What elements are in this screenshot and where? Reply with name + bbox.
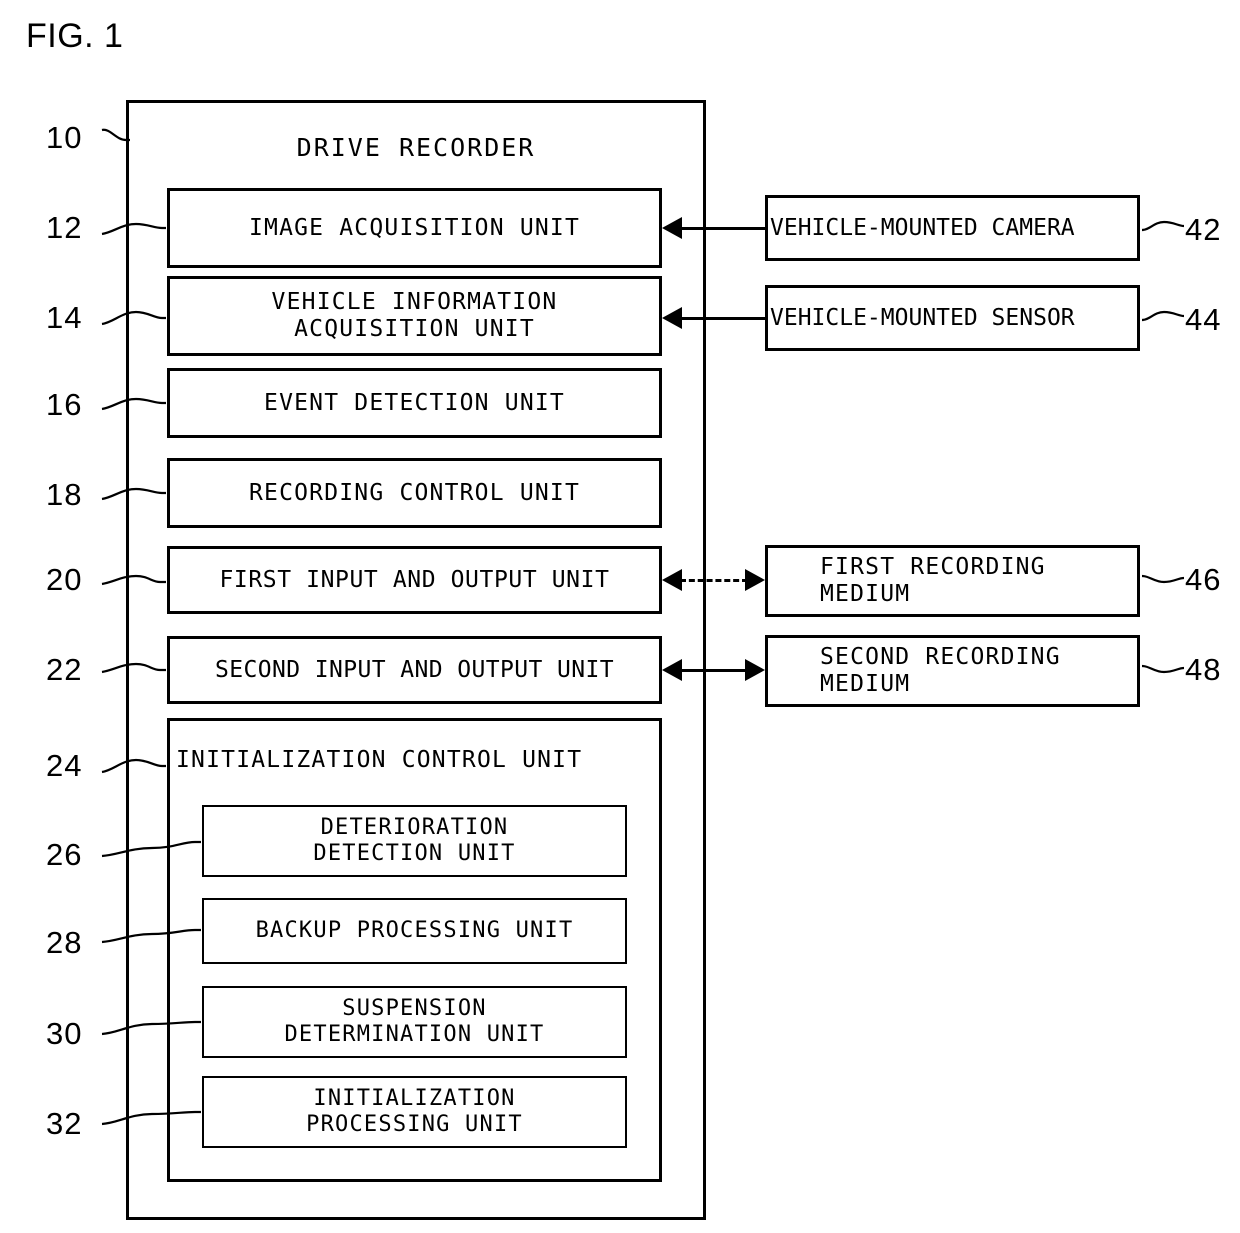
ref-numeral-46: 46 (1185, 562, 1222, 597)
unit-vehicle-information-acquisition-label: VEHICLE INFORMATION ACQUISITION UNIT (271, 289, 558, 342)
arrowhead-camera-to-image-acquisition (662, 217, 682, 239)
arrowhead-sensor-to-vehicle-information (662, 307, 682, 329)
device-second-recording-medium-label: SECOND RECORDING MEDIUM (820, 644, 1061, 697)
ref-numeral-24: 24 (46, 748, 83, 783)
ref-numeral-26: 26 (46, 837, 83, 872)
connector-camera-to-image-acquisition (680, 227, 765, 230)
unit-first-input-output-label: FIRST INPUT AND OUTPUT UNIT (219, 566, 610, 593)
subunit-deterioration-detection: DETERIORATION DETECTION UNIT (202, 805, 627, 877)
ref-numeral-10: 10 (46, 120, 83, 155)
leader-line-30 (101, 1020, 201, 1036)
device-second-recording-medium: SECOND RECORDING MEDIUM (765, 635, 1140, 707)
ref-numeral-16: 16 (46, 387, 83, 422)
figure-canvas: FIG. 1 DRIVE RECORDER 10 IMAGE ACQUISITI… (0, 0, 1240, 1233)
leader-line-26 (101, 840, 201, 858)
leader-line-32 (101, 1110, 201, 1126)
leader-line-14 (101, 310, 166, 326)
ref-numeral-14: 14 (46, 300, 83, 335)
device-vehicle-mounted-camera-label: VEHICLE-MOUNTED CAMERA (770, 214, 1075, 241)
connector-second-io-to-second-medium (680, 669, 748, 672)
ref-numeral-30: 30 (46, 1016, 83, 1051)
ref-numeral-12: 12 (46, 210, 83, 245)
figure-label: FIG. 1 (26, 17, 124, 55)
subunit-suspension-determination-label: SUSPENSION DETERMINATION UNIT (284, 996, 545, 1047)
ref-numeral-18: 18 (46, 477, 83, 512)
arrowhead-second-medium-in (745, 659, 765, 681)
arrowhead-second-io-in (662, 659, 682, 681)
leader-line-28 (101, 928, 201, 944)
subunit-backup-processing: BACKUP PROCESSING UNIT (202, 898, 627, 964)
unit-recording-control-label: RECORDING CONTROL UNIT (248, 479, 581, 506)
unit-recording-control: RECORDING CONTROL UNIT (167, 458, 662, 528)
unit-image-acquisition: IMAGE ACQUISITION UNIT (167, 188, 662, 268)
leader-line-12 (101, 222, 166, 236)
unit-second-input-output: SECOND INPUT AND OUTPUT UNIT (167, 636, 662, 704)
arrowhead-first-io-in (662, 569, 682, 591)
unit-event-detection-label: EVENT DETECTION UNIT (264, 389, 565, 416)
drive-recorder-title: DRIVE RECORDER (296, 133, 536, 162)
subunit-initialization-processing-label: INITIALIZATION PROCESSING UNIT (306, 1086, 523, 1137)
device-vehicle-mounted-sensor-label: VEHICLE-MOUNTED SENSOR (770, 304, 1075, 331)
unit-initialization-control-label: INITIALIZATION CONTROL UNIT (176, 747, 583, 773)
subunit-initialization-processing: INITIALIZATION PROCESSING UNIT (202, 1076, 627, 1148)
connector-first-io-to-first-medium (680, 579, 748, 582)
unit-vehicle-information-acquisition: VEHICLE INFORMATION ACQUISITION UNIT (167, 276, 662, 356)
leader-line-24 (101, 758, 166, 774)
device-vehicle-mounted-camera: VEHICLE-MOUNTED CAMERA (765, 195, 1140, 261)
arrowhead-first-medium-in (745, 569, 765, 591)
ref-numeral-44: 44 (1185, 302, 1222, 337)
leader-line-42 (1141, 220, 1185, 232)
unit-first-input-output: FIRST INPUT AND OUTPUT UNIT (167, 546, 662, 614)
ref-numeral-32: 32 (46, 1106, 83, 1141)
subunit-backup-processing-label: BACKUP PROCESSING UNIT (255, 918, 574, 944)
connector-sensor-to-vehicle-information (680, 317, 765, 320)
ref-numeral-20: 20 (46, 562, 83, 597)
ref-numeral-42: 42 (1185, 212, 1222, 247)
unit-image-acquisition-label: IMAGE ACQUISITION UNIT (248, 214, 581, 241)
leader-line-46 (1141, 574, 1185, 584)
ref-numeral-22: 22 (46, 652, 83, 687)
ref-numeral-48: 48 (1185, 652, 1222, 687)
subunit-deterioration-detection-label: DETERIORATION DETECTION UNIT (313, 815, 516, 866)
unit-second-input-output-label: SECOND INPUT AND OUTPUT UNIT (215, 656, 614, 683)
device-first-recording-medium: FIRST RECORDING MEDIUM (765, 545, 1140, 617)
leader-line-22 (101, 662, 166, 674)
ref-numeral-28: 28 (46, 925, 83, 960)
device-first-recording-medium-label: FIRST RECORDING MEDIUM (820, 554, 1046, 607)
leader-line-48 (1141, 664, 1185, 674)
leader-line-20 (101, 574, 166, 586)
unit-event-detection: EVENT DETECTION UNIT (167, 368, 662, 438)
subunit-suspension-determination: SUSPENSION DETERMINATION UNIT (202, 986, 627, 1058)
leader-line-16 (101, 397, 166, 411)
leader-line-18 (101, 487, 166, 501)
leader-line-44 (1141, 310, 1185, 322)
device-vehicle-mounted-sensor: VEHICLE-MOUNTED SENSOR (765, 285, 1140, 351)
leader-line-10 (101, 128, 130, 142)
